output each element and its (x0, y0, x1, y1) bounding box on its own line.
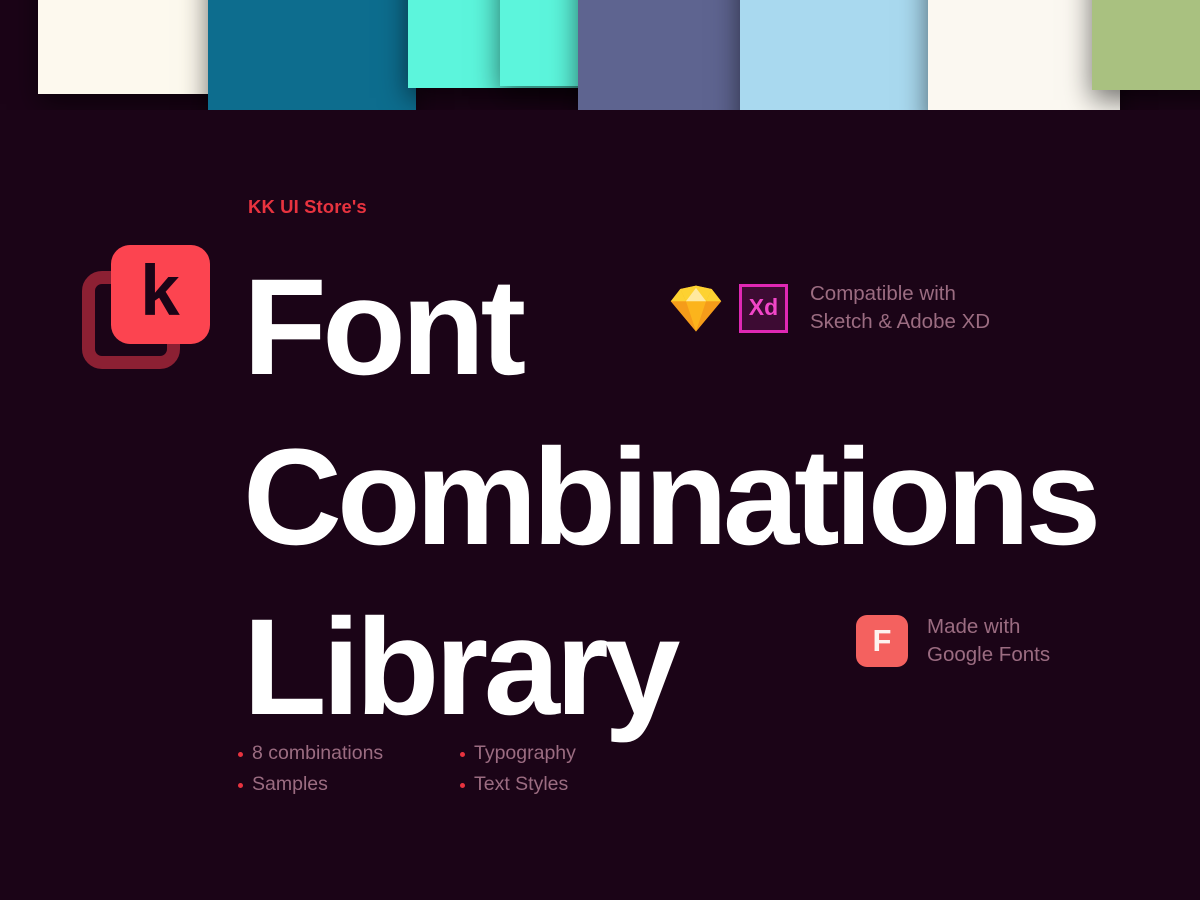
feature-label: Text Styles (474, 773, 569, 795)
preview-card[interactable]: Two Questions To Ask About Bird Flu Vacc… (208, 0, 416, 110)
preview-card-strip: Window It won't be a bigger problem to f… (0, 0, 1200, 110)
feature-item: Text Styles (460, 769, 576, 800)
feature-label: Samples (252, 773, 328, 795)
compatibility-line-1: Compatible with (810, 282, 956, 305)
logo-letter: k (140, 252, 179, 331)
kk-logo: k (82, 245, 210, 380)
feature-label: 8 combinations (252, 742, 384, 764)
google-fonts-badge-icon: F (856, 615, 908, 668)
compatibility-badge-group: Xd Compatible with Sketch & Adobe XD (668, 280, 990, 337)
logo-front-square-icon: k (111, 245, 210, 344)
compatibility-line-2: Sketch & Adobe XD (810, 310, 991, 334)
bullet-icon (460, 752, 465, 757)
page-title-line-1: Font (243, 251, 526, 404)
adobe-xd-badge-icon: Xd (739, 283, 788, 333)
preview-card[interactable]: It seems from the moment you begin to ta… (1092, 0, 1200, 90)
adobe-xd-label: Xd (748, 293, 779, 320)
google-fonts-badge-group: F Made with Google Fonts (856, 613, 1050, 670)
feature-item: Samples (238, 769, 460, 800)
main-content: KK UI Store's k Font Combinations Librar… (0, 110, 1200, 900)
google-fonts-line-2: Google Fonts (927, 643, 1051, 667)
feature-item: 8 combinations (238, 738, 460, 769)
feature-list: 8 combinations Typography Samples Text S… (238, 738, 576, 800)
brand-eyebrow: KK UI Store's (248, 196, 367, 217)
bullet-icon (238, 783, 243, 788)
compatibility-text: Compatible with Sketch & Adobe XD (810, 280, 990, 337)
google-fonts-badge-letter: F (872, 622, 892, 658)
google-fonts-text: Made with Google Fonts (927, 613, 1050, 670)
sketch-diamond-icon (670, 285, 722, 332)
page-title-line-3: Library (243, 591, 680, 744)
feature-item: Typography (460, 738, 576, 769)
feature-label: Typography (474, 742, 576, 764)
page-title-line-2: Combinations (243, 421, 1101, 574)
bullet-icon (238, 752, 243, 757)
bullet-icon (460, 783, 465, 788)
google-fonts-line-1: Made with (927, 615, 1021, 638)
